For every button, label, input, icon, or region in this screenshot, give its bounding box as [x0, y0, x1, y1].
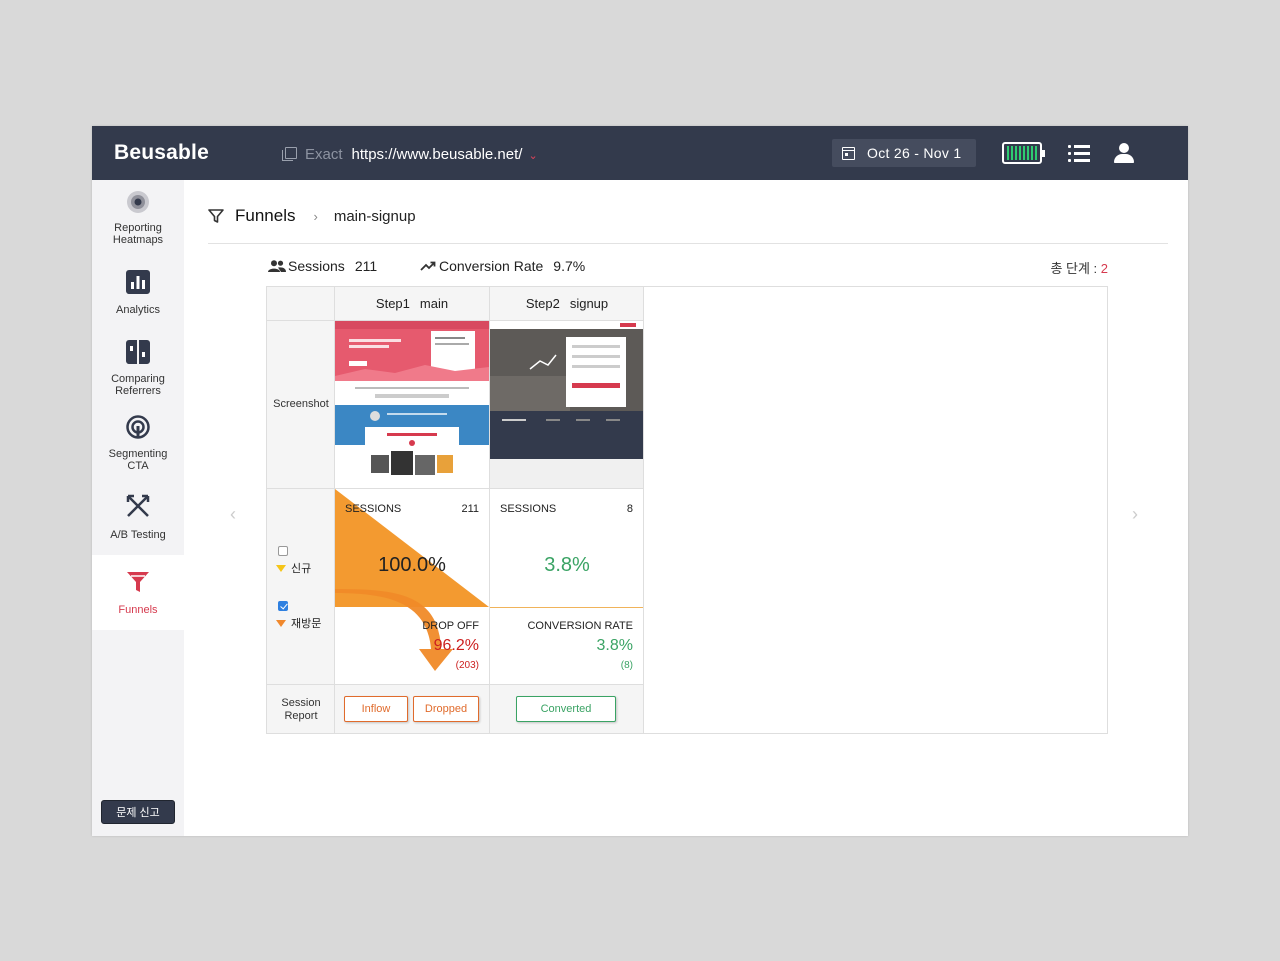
- date-range-picker[interactable]: Oct 26 - Nov 1: [832, 139, 976, 167]
- top-bar: Beusable Exact https://www.beusable.net/…: [92, 126, 1188, 180]
- drop-off-label: DROP OFF: [422, 620, 479, 632]
- sessions-value: 211: [354, 258, 378, 274]
- row-label-column: [267, 287, 335, 733]
- sidebar-item-label: Reporting Heatmaps: [112, 222, 164, 246]
- bar-chart-icon: [126, 270, 150, 294]
- page-title[interactable]: Funnels: [235, 206, 295, 226]
- conversion-label: Conversion Rate: [439, 258, 544, 274]
- drop-off-percentage: 96.2%: [433, 637, 479, 654]
- url-selector[interactable]: Exact https://www.beusable.net/ ⌄: [282, 143, 538, 165]
- chevron-down-icon[interactable]: ⌄: [528, 149, 537, 162]
- trending-up-icon: [420, 261, 436, 271]
- filter-icon: [208, 209, 224, 223]
- report-issue-button[interactable]: 문제 신고: [101, 800, 175, 824]
- screenshot-row-label: Screenshot: [273, 398, 329, 410]
- sidebar-item-label: Comparing Referrers: [111, 373, 165, 397]
- sidebar-item-reporting-heatmaps[interactable]: Reporting Heatmaps: [92, 180, 184, 255]
- sidebar-item-comparing-referrers[interactable]: Comparing Referrers: [92, 330, 184, 405]
- sidebar: Reporting Heatmaps Analytics Comparing R…: [92, 180, 184, 836]
- target-icon: [126, 415, 150, 439]
- heatmap-icon: [127, 191, 149, 213]
- target-url: https://www.beusable.net/: [351, 145, 523, 163]
- sessions-label: Sessions: [288, 258, 345, 274]
- step1-percentage: 100.0%: [378, 554, 446, 576]
- total-steps-value: 2: [1100, 261, 1108, 276]
- segment-new-checkbox[interactable]: [278, 546, 288, 556]
- sidebar-item-segmenting-cta[interactable]: Segmenting CTA: [92, 405, 184, 480]
- step1-sessions-label: SESSIONS: [345, 503, 402, 515]
- conversion-divider: [490, 607, 643, 608]
- conversion-stat: Conversion Rate 9.7%: [420, 258, 585, 274]
- page-thumbnail: [335, 321, 489, 488]
- step-number: Step1: [375, 296, 410, 311]
- sidebar-item-label: Funnels: [118, 604, 158, 616]
- menu-list-icon[interactable]: [1068, 144, 1090, 162]
- step-name: main: [419, 296, 449, 311]
- segment-label: 재방문: [291, 618, 322, 630]
- breadcrumb: Funnels › main-signup: [208, 206, 416, 226]
- chevron-right-icon[interactable]: ›: [1132, 504, 1138, 525]
- segment-returning-label: 재방문: [276, 615, 321, 631]
- total-steps: 총 단계 : 2: [1050, 258, 1108, 277]
- sidebar-item-label: A/B Testing: [110, 529, 166, 541]
- step1-header: Step1 main: [335, 287, 489, 320]
- step2-sessions-label: SESSIONS: [500, 503, 557, 515]
- step2-header: Step2 signup: [490, 287, 644, 320]
- users-icon: [268, 260, 286, 272]
- divider: [208, 243, 1168, 244]
- triangle-icon: [276, 619, 286, 627]
- sidebar-item-analytics[interactable]: Analytics: [92, 255, 184, 330]
- funnel-table: Step1 main Step2 signup Screenshot Sessi…: [266, 286, 1108, 734]
- funnel-icon: [127, 572, 149, 592]
- app-window: Beusable Exact https://www.beusable.net/…: [92, 126, 1188, 836]
- step2-sessions-value: 8: [626, 503, 633, 515]
- sidebar-item-label: Segmenting CTA: [108, 448, 168, 472]
- triangle-icon: [276, 564, 286, 572]
- match-mode: Exact: [305, 145, 343, 163]
- user-icon[interactable]: [1114, 143, 1134, 163]
- conversion-count: (8): [620, 660, 633, 671]
- ab-test-icon: [126, 494, 150, 517]
- calendar-icon: [842, 146, 855, 160]
- chevron-left-icon[interactable]: ‹: [230, 504, 236, 525]
- step-number: Step2: [525, 296, 560, 311]
- logo[interactable]: Beusable: [114, 141, 209, 165]
- inflow-button[interactable]: Inflow: [344, 696, 408, 722]
- funnel-stats: Sessions 211 Conversion Rate 9.7% 총 단계 :…: [268, 258, 1108, 278]
- conversion-rate-percentage: 3.8%: [596, 637, 633, 654]
- step1-sessions-value: 211: [461, 503, 479, 515]
- column-divider: [643, 287, 644, 733]
- session-report-row-label: Session Report: [281, 697, 321, 722]
- step2-screenshot[interactable]: [490, 321, 643, 488]
- sidebar-item-funnels[interactable]: Funnels: [92, 555, 184, 630]
- date-range-text: Oct 26 - Nov 1: [867, 145, 962, 161]
- page-thumbnail: [490, 321, 643, 488]
- sessions-stat: Sessions 211: [268, 258, 377, 274]
- step1-screenshot[interactable]: [335, 321, 489, 488]
- step2-percentage: 3.8%: [544, 554, 590, 576]
- conversion-value: 9.7%: [553, 258, 586, 274]
- sidebar-item-label: Analytics: [115, 304, 161, 316]
- battery-icon[interactable]: [1002, 142, 1045, 164]
- segment-label: 신규: [291, 563, 312, 575]
- compare-icon: [126, 340, 150, 364]
- chevron-right-icon: ›: [313, 208, 318, 224]
- dropped-button[interactable]: Dropped: [413, 696, 479, 722]
- converted-button[interactable]: Converted: [516, 696, 616, 722]
- conversion-rate-label: CONVERSION RATE: [527, 620, 633, 632]
- sidebar-item-ab-testing[interactable]: A/B Testing: [92, 480, 184, 555]
- drop-off-count: (203): [455, 660, 479, 671]
- copy-icon[interactable]: [282, 147, 297, 161]
- breadcrumb-funnel-name: main-signup: [333, 207, 416, 225]
- total-steps-label: 총 단계 :: [1050, 261, 1101, 276]
- segment-new-label: 신규: [276, 560, 311, 576]
- segment-returning-checkbox[interactable]: [278, 601, 288, 611]
- step-name: signup: [569, 296, 609, 311]
